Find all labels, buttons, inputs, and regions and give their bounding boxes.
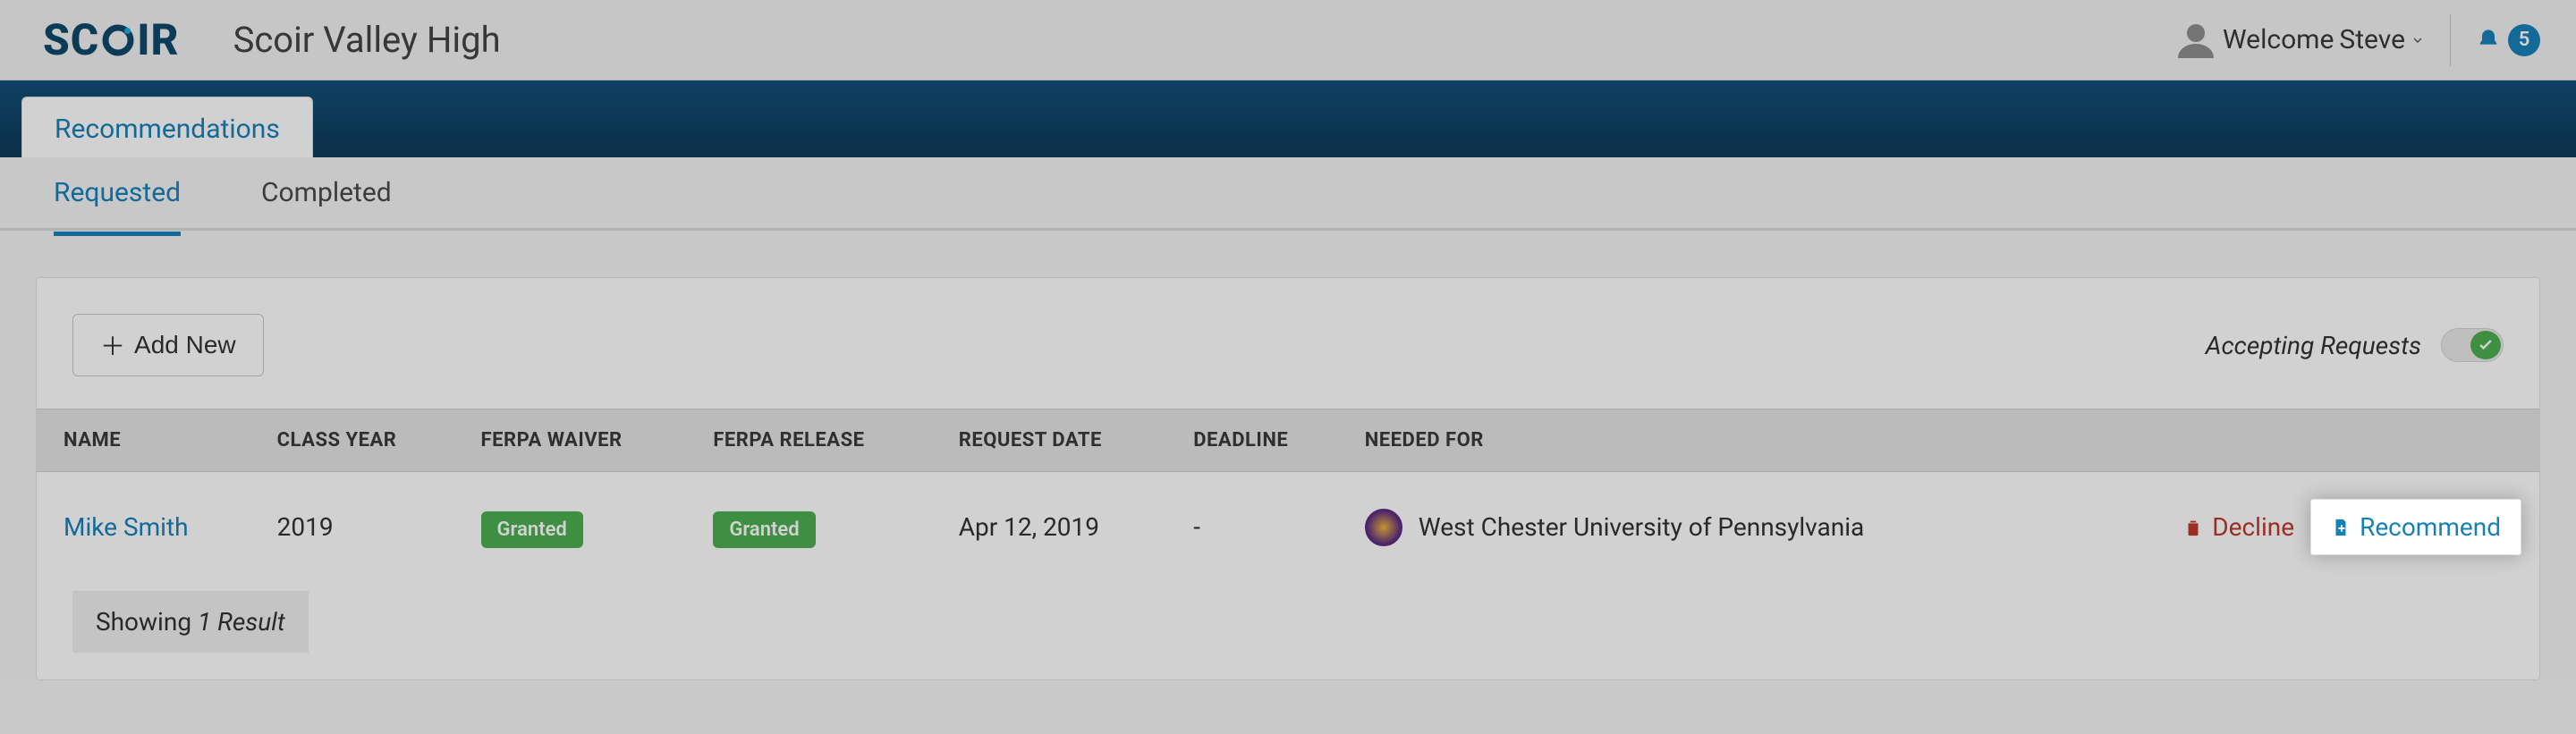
col-deadline: DEADLINE	[1175, 409, 1347, 472]
plus-icon: ＋	[100, 327, 125, 363]
logo-text: SC	[43, 14, 99, 65]
row-actions: Decline Recommend	[2067, 499, 2521, 555]
bell-icon	[2476, 28, 2501, 53]
table-row: Mike Smith 2019 Granted Granted Apr 12, …	[37, 472, 2539, 592]
nav-band: Recommendations	[0, 80, 2576, 157]
topbar: SC IR Scoir Valley High Welcome Steve 5	[0, 0, 2576, 80]
subtab-completed[interactable]: Completed	[261, 177, 392, 232]
panel-toolbar: ＋ Add New Accepting Requests	[37, 314, 2539, 409]
table-footer: Showing 1 Result	[72, 591, 309, 653]
logo[interactable]: SC IR	[43, 14, 180, 65]
document-plus-icon	[2331, 518, 2351, 537]
col-actions	[2049, 409, 2539, 472]
user-menu[interactable]: Welcome Steve	[2223, 24, 2425, 55]
toggle-knob	[2470, 331, 2501, 359]
deadline-value: -	[1175, 472, 1347, 592]
requests-table: NAME CLASS YEAR FERPA WAIVER FERPA RELEA…	[37, 409, 2539, 591]
ferpa-waiver-badge: Granted	[481, 511, 583, 548]
school-name: Scoir Valley High	[233, 19, 501, 61]
accepting-requests-toggle[interactable]	[2441, 328, 2504, 362]
content-panel: ＋ Add New Accepting Requests NAME CLASS …	[36, 277, 2540, 680]
chevron-down-icon	[2411, 33, 2425, 47]
footer-count: 1 Result	[198, 607, 285, 637]
student-name-link[interactable]: Mike Smith	[64, 512, 189, 542]
col-class-year: CLASS YEAR	[259, 409, 463, 472]
table-header-row: NAME CLASS YEAR FERPA WAIVER FERPA RELEA…	[37, 409, 2539, 472]
accepting-requests-wrap: Accepting Requests	[2206, 328, 2504, 362]
avatar-icon	[2174, 19, 2217, 62]
logo-text-end: IR	[137, 14, 179, 65]
subtabs: Requested Completed	[0, 157, 2576, 231]
col-needed-for: NEEDED FOR	[1347, 409, 2049, 472]
decline-button[interactable]: Decline	[2183, 512, 2294, 542]
welcome-prefix: Welcome	[2223, 24, 2334, 55]
ferpa-release-badge: Granted	[713, 511, 815, 548]
needed-for-cell: West Chester University of Pennsylvania	[1365, 509, 2031, 546]
accepting-requests-label: Accepting Requests	[2206, 331, 2421, 360]
notification-badge: 5	[2508, 24, 2540, 56]
col-name: NAME	[37, 409, 259, 472]
notifications[interactable]: 5	[2450, 14, 2540, 66]
request-date-value: Apr 12, 2019	[941, 472, 1176, 592]
footer-prefix: Showing	[96, 607, 198, 637]
trash-icon	[2183, 518, 2203, 537]
subtab-requested[interactable]: Requested	[54, 177, 181, 236]
col-ferpa-release: FERPA RELEASE	[695, 409, 940, 472]
decline-label: Decline	[2212, 512, 2294, 542]
recommend-label: Recommend	[2360, 512, 2501, 542]
add-new-button[interactable]: ＋ Add New	[72, 314, 264, 376]
col-ferpa-waiver: FERPA WAIVER	[463, 409, 696, 472]
university-crest-icon	[1365, 509, 1402, 546]
add-new-label: Add New	[134, 331, 236, 359]
needed-for-value: West Chester University of Pennsylvania	[1419, 512, 1864, 542]
recommend-button[interactable]: Recommend	[2310, 499, 2521, 555]
logo-ring-icon	[99, 21, 137, 59]
tab-recommendations[interactable]: Recommendations	[21, 97, 313, 157]
check-icon	[2477, 336, 2495, 354]
col-request-date: REQUEST DATE	[941, 409, 1176, 472]
user-name: Steve	[2339, 24, 2405, 55]
class-year-value: 2019	[259, 472, 463, 592]
